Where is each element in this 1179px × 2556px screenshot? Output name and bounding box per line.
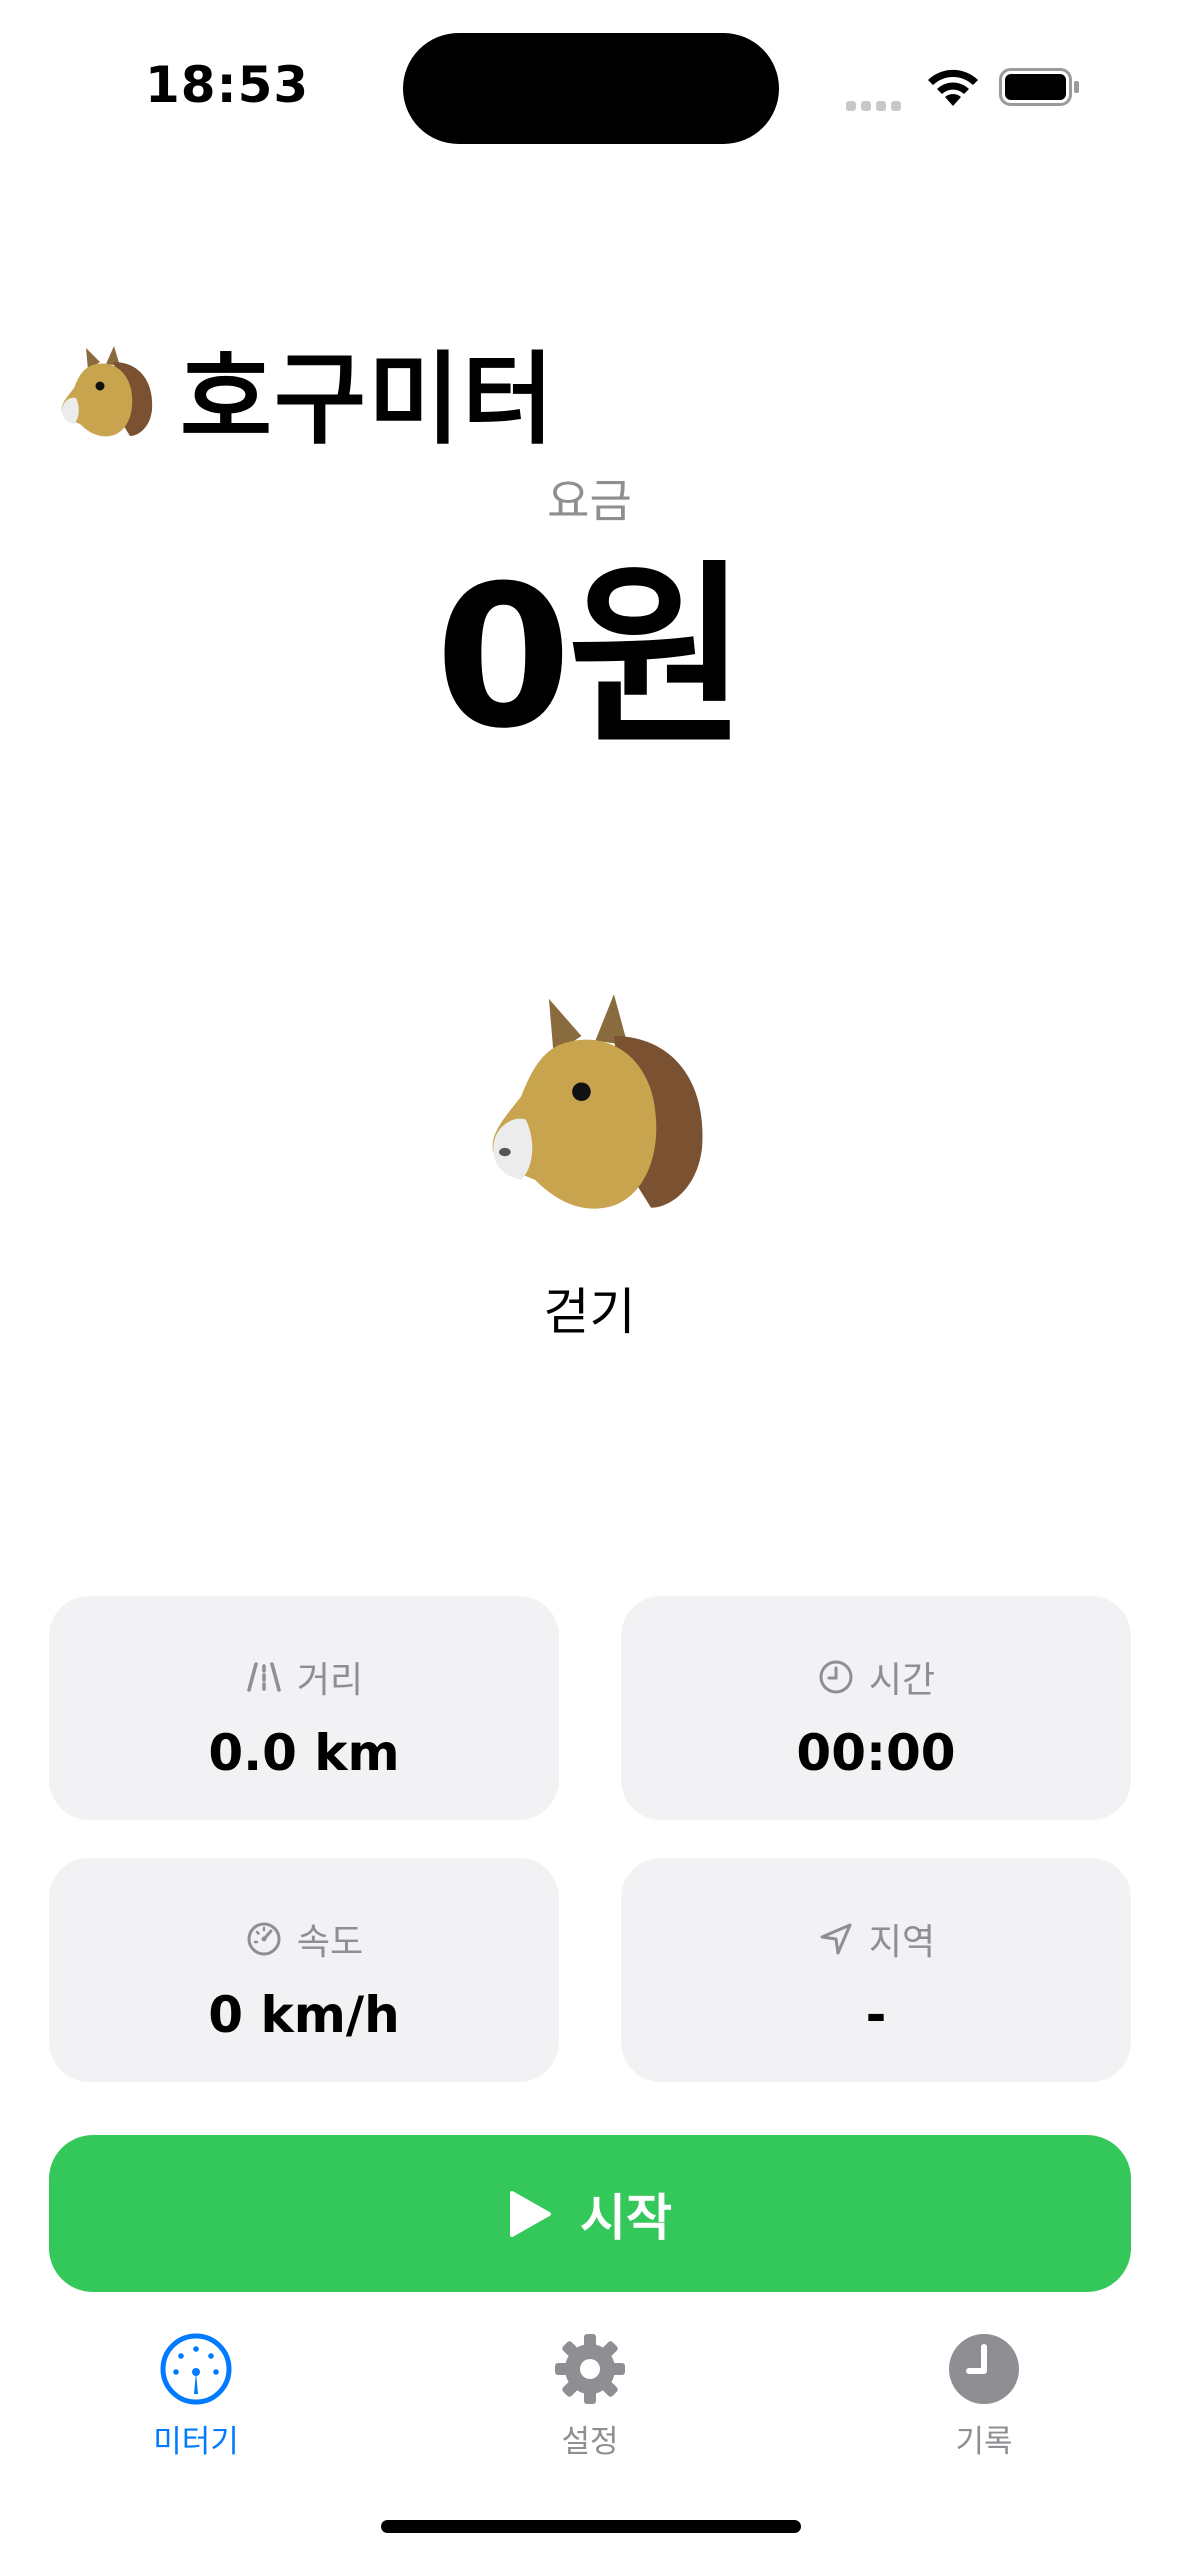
fare-amount: 0원 [435,544,748,772]
fare-label: 요금 [547,474,632,528]
play-icon [510,2190,551,2237]
tab-label: 기록 [955,2424,1013,2460]
stat-card-distance: 거리 0.0 km [49,1596,559,1820]
dynamic-island [403,33,779,144]
stat-card-speed: 속도 0 km/h [49,1858,559,2082]
app-title-row: 호구미터 [58,330,556,458]
stat-card-region: 지역 - [621,1858,1131,2082]
horse-face-icon [492,994,703,1209]
gear-icon [555,2334,625,2404]
stat-label: 거리 [296,1660,364,1701]
start-button-label: 시작 [580,2188,672,2247]
cellular-signal-icon [846,96,906,111]
stat-value: 0.0 km [208,1724,400,1782]
horse-face-icon [61,346,153,437]
tab-settings[interactable]: 설정 [490,2332,690,2461]
tab-label: 설정 [561,2424,619,2460]
tab-meter[interactable]: 미터기 [96,2332,296,2461]
stat-value: - [865,1986,887,2044]
road-icon [247,1662,281,1692]
status-time: 18:53 [145,56,310,114]
gauge-icon [160,2333,232,2405]
app-title: 호구미터 [180,340,556,458]
stat-label: 속도 [296,1922,364,1963]
tab-label: 미터기 [153,2424,239,2460]
mode-label: 걷기 [543,1283,636,1341]
home-indicator [381,2520,801,2533]
tab-history[interactable]: 기록 [884,2332,1084,2461]
stat-card-time: 시간 00:00 [621,1596,1131,1820]
wifi-icon [928,69,978,106]
start-button[interactable]: 시작 [49,2135,1131,2292]
stat-value: 0 km/h [208,1986,400,2044]
stat-label: 시간 [868,1660,936,1701]
battery-icon [999,68,1079,106]
stat-label: 지역 [868,1922,936,1963]
stat-value: 00:00 [796,1724,956,1782]
clock-icon [819,1660,853,1694]
clock-icon [949,2334,1019,2404]
location-arrow-icon [820,1923,852,1955]
speedometer-icon [247,1922,281,1956]
